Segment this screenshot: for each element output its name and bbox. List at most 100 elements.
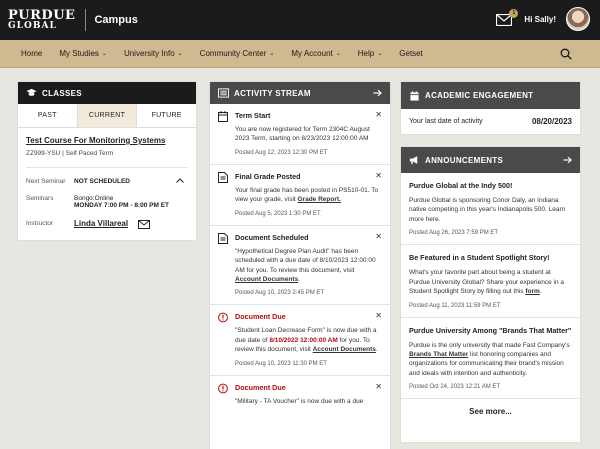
nav-my-studies[interactable]: My Studies ⌄ xyxy=(59,49,107,58)
announcement-title[interactable]: Purdue University Among "Brands That Mat… xyxy=(409,326,572,335)
activity-body-end: . xyxy=(298,275,301,283)
campus-title: Campus xyxy=(94,14,138,26)
close-icon[interactable]: ✕ xyxy=(375,110,382,119)
nav-my-account[interactable]: My Account ⌄ xyxy=(291,49,340,58)
seminars-platform: Bongo:Online xyxy=(74,195,114,202)
alert-icon xyxy=(218,383,228,394)
nav-home[interactable]: Home xyxy=(21,49,42,58)
chevron-up-icon[interactable] xyxy=(176,178,184,183)
academic-engagement-panel: ACADEMIC ENGAGEMENT Your last date of ac… xyxy=(401,82,580,134)
main-nav: Home My Studies ⌄ University Info ⌄ Commun… xyxy=(0,40,600,68)
next-seminar-value-text: NOT SCHEDULED xyxy=(74,178,130,185)
last-activity-label: Your last date of activity xyxy=(409,118,483,125)
close-icon[interactable]: ✕ xyxy=(375,232,382,241)
classes-title: CLASSES xyxy=(42,88,82,98)
document-icon xyxy=(218,171,228,183)
activity-body: Your final grade has been posted in PS51… xyxy=(235,186,380,205)
activity-title: Document Scheduled xyxy=(235,232,309,242)
chevron-down-icon: ⌄ xyxy=(335,51,341,57)
nav-help[interactable]: Help ⌄ xyxy=(358,49,382,58)
activity-item-final-grade: Final Grade Posted Your final grade has … xyxy=(210,165,390,226)
form-link[interactable]: form xyxy=(525,288,539,295)
avatar[interactable] xyxy=(566,7,590,31)
chevron-down-icon: ⌄ xyxy=(101,51,107,57)
instructor-row: Instructor Linda Villareal xyxy=(26,219,188,229)
chevron-down-icon: ⌄ xyxy=(269,51,275,57)
arrow-right-icon[interactable] xyxy=(373,89,382,97)
next-seminar-label: Next Seminar xyxy=(26,178,66,185)
tab-future[interactable]: FUTURE xyxy=(137,104,196,127)
announcement-title[interactable]: Purdue Global at the Indy 500! xyxy=(409,181,572,190)
purdue-global-logo[interactable]: PURDUE GLOBAL xyxy=(8,9,75,31)
mail-icon[interactable]: 1 xyxy=(496,9,519,26)
next-seminar-value: NOT SCHEDULED xyxy=(74,178,176,185)
next-seminar-row: Next Seminar NOT SCHEDULED xyxy=(26,178,188,185)
announcement-item: Purdue Global at the Indy 500! Purdue Gl… xyxy=(401,173,580,246)
nav-getset-label: Getset xyxy=(399,49,423,58)
announcements-title: ANNOUNCEMENTS xyxy=(425,155,504,165)
arrow-right-icon[interactable] xyxy=(563,156,572,164)
account-documents-link[interactable]: Account Documents xyxy=(313,346,376,353)
announcement-date: Posted Oct 24, 2023 12:21 AM ET xyxy=(409,384,501,391)
close-icon[interactable]: ✕ xyxy=(375,311,382,320)
seminars-label: Seminars xyxy=(26,195,54,202)
see-more-link[interactable]: See more... xyxy=(401,399,580,416)
classes-panel: CLASSES PAST CURRENT FUTURE Test Course … xyxy=(18,82,196,240)
brands-that-matter-link[interactable]: Brands That Matter xyxy=(409,351,468,358)
nav-university-info[interactable]: University Info ⌄ xyxy=(124,49,183,58)
activity-list-icon xyxy=(218,88,229,98)
account-documents-link[interactable]: Account Documents xyxy=(235,276,298,283)
alert-icon xyxy=(218,312,228,323)
nav-university-info-label: University Info xyxy=(123,49,175,58)
activity-body: "Hypothetical Degree Plan Audit" has bee… xyxy=(235,247,380,285)
announcement-title[interactable]: Be Featured in a Student Spotlight Story… xyxy=(409,253,572,262)
activity-date: Posted Aug 12, 2023 12:30 PM ET xyxy=(235,149,328,156)
logo-divider xyxy=(85,9,87,31)
activity-stream-header: ACTIVITY STREAM xyxy=(210,82,390,104)
activity-body: You are now registered for Term 2304C Au… xyxy=(235,126,370,143)
activity-title: Document Due xyxy=(235,382,286,392)
greeting-dropdown[interactable]: Hi Sally! xyxy=(524,15,556,24)
announcement-body: What's your favorite part about being a … xyxy=(409,268,572,296)
seminars-time: MONDAY 7:00 PM - 8:00 PM ET xyxy=(74,202,169,209)
announcements-header: ANNOUNCEMENTS xyxy=(401,147,580,173)
announcements-panel: ANNOUNCEMENTS Purdue Global at the Indy … xyxy=(401,147,580,442)
chevron-down-icon: ⌄ xyxy=(377,51,383,57)
announcement-body: Purdue Global is sponsoring Conor Daly, … xyxy=(409,197,566,223)
activity-body: "Student Loan Decrease Form" is now due … xyxy=(235,326,380,354)
academic-engagement-title: ACADEMIC ENGAGEMENT xyxy=(425,91,534,100)
close-icon[interactable]: ✕ xyxy=(375,171,382,180)
announcement-date: Posted Aug 26, 2023 7:59 PM ET xyxy=(409,230,499,237)
activity-item-document-scheduled: Document Scheduled "Hypothetical Degree … xyxy=(210,226,390,306)
activity-date: Posted Aug 10, 2023 2:45 PM ET xyxy=(235,290,325,297)
nav-community-center-label: Community Center xyxy=(199,49,267,58)
seminars-row: Seminars Bongo:Online MONDAY 7:00 PM - 8… xyxy=(26,195,188,209)
calendar-icon xyxy=(410,90,419,101)
classes-header: CLASSES xyxy=(18,82,196,104)
close-icon[interactable]: ✕ xyxy=(375,382,382,391)
nav-help-label: Help xyxy=(357,49,375,58)
tab-current[interactable]: CURRENT xyxy=(76,104,138,127)
grade-report-link[interactable]: Grade Report. xyxy=(298,196,341,203)
instructor-label: Instructor xyxy=(26,220,54,228)
announcement-item: Be Featured in a Student Spotlight Story… xyxy=(401,245,580,318)
nav-community-center[interactable]: Community Center ⌄ xyxy=(200,49,275,58)
last-activity-date: 08/20/2023 xyxy=(531,117,572,126)
logo-line2: GLOBAL xyxy=(8,21,57,31)
tab-past[interactable]: PAST xyxy=(18,104,77,127)
chevron-down-icon: ⌄ xyxy=(177,51,183,57)
announcement-body-text: Purdue is the only university that made … xyxy=(409,341,570,349)
email-instructor-icon[interactable] xyxy=(137,219,150,229)
activity-stream-title: ACTIVITY STREAM xyxy=(234,88,311,98)
course-title-link[interactable]: Test Course For Monitoring Systems xyxy=(26,136,188,145)
activity-item-document-due-2: Document Due "Military - TA Voucher" is … xyxy=(210,376,390,414)
instructor-value: Linda Villareal xyxy=(74,219,188,229)
classes-tabs: PAST CURRENT FUTURE xyxy=(18,104,196,128)
activity-body: "Military - TA Voucher" is now due with … xyxy=(235,397,364,405)
instructor-link[interactable]: Linda Villareal xyxy=(74,219,128,228)
search-icon[interactable] xyxy=(560,48,572,60)
calendar-icon xyxy=(218,111,228,122)
nav-getset[interactable]: Getset xyxy=(399,49,423,58)
activity-title: Term Start xyxy=(235,111,271,120)
activity-item-term-start: Term Start You are now registered for Te… xyxy=(210,104,390,165)
